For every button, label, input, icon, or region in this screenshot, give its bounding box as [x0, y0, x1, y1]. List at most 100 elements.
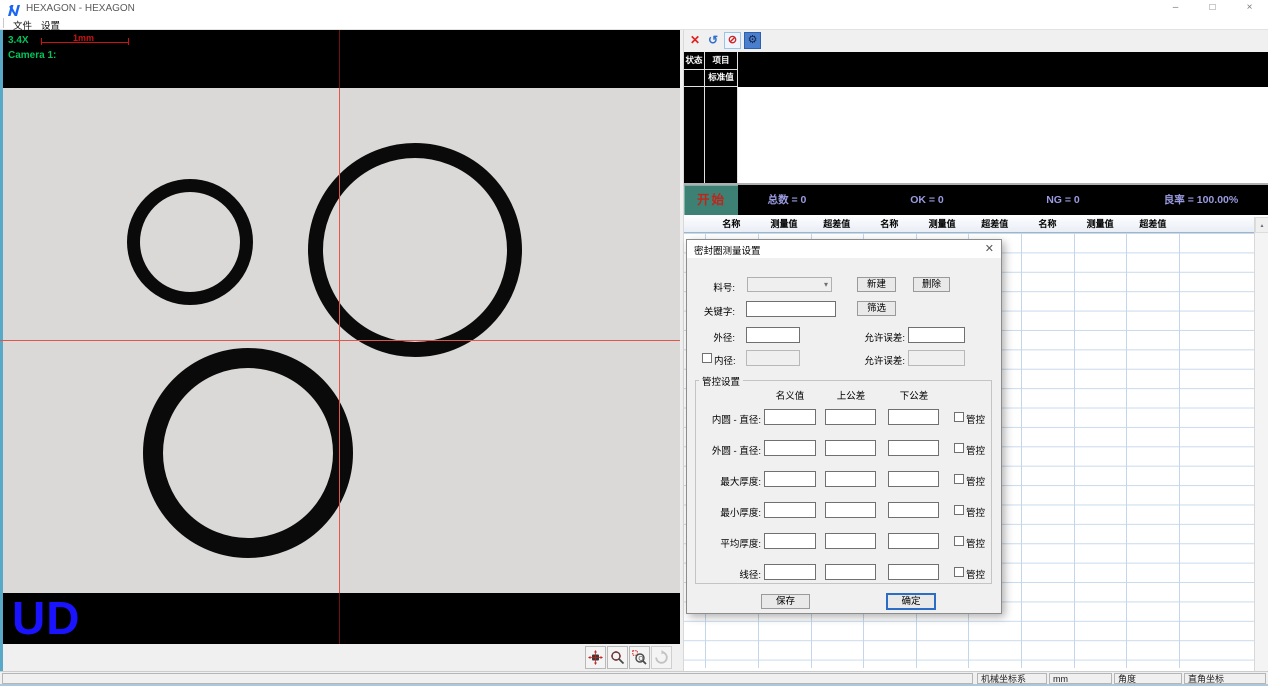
control-checkbox-label: 管控: [966, 412, 992, 426]
svg-text:Q: Q: [638, 655, 643, 662]
refresh-icon: [654, 650, 669, 665]
results-col-measured: 测量值: [758, 217, 811, 232]
run-bar: 开始 总数 = 0 OK = 0 NG = 0 良率 = 100.00%: [684, 185, 1268, 215]
upper-tol-input[interactable]: [825, 440, 876, 456]
nominal-input[interactable]: [764, 471, 816, 487]
standards-grid-line: [684, 86, 737, 87]
settings-gear-icon[interactable]: ⚙: [744, 32, 761, 49]
scale-label: 1mm: [73, 33, 94, 43]
crosshair-vertical-top: [339, 30, 340, 88]
control-checkbox[interactable]: [954, 505, 964, 515]
inner-diameter-input[interactable]: [746, 350, 800, 366]
seal-ring-small: [127, 179, 253, 305]
outer-tolerance-input[interactable]: [908, 327, 965, 343]
nominal-input[interactable]: [764, 502, 816, 518]
stage-capture-button[interactable]: [585, 646, 606, 669]
upper-tol-col-header: 上公差: [825, 388, 877, 402]
refresh-view-button[interactable]: [651, 646, 672, 669]
lower-tol-input[interactable]: [888, 440, 939, 456]
upper-tol-input[interactable]: [825, 409, 876, 425]
control-checkbox-label: 管控: [966, 505, 992, 519]
control-checkbox[interactable]: [954, 412, 964, 422]
zoom-region-button[interactable]: Q: [629, 646, 650, 669]
control-checkbox[interactable]: [954, 443, 964, 453]
delete-button[interactable]: 删除: [913, 277, 950, 292]
lower-tol-input[interactable]: [888, 502, 939, 518]
part-number-label: 料号:: [687, 280, 735, 294]
nominal-col-header: 名义值: [764, 388, 816, 402]
toolbar-grip: [3, 18, 5, 28]
standards-status-header: 状态: [684, 52, 704, 69]
keyword-input[interactable]: [746, 301, 836, 317]
grid-line: [1126, 233, 1127, 668]
nominal-input[interactable]: [764, 409, 816, 425]
disable-icon[interactable]: ⊘: [724, 32, 741, 49]
camera-toolbar: Q: [3, 644, 680, 671]
dialog-close-icon[interactable]: ✕: [985, 242, 994, 255]
save-button[interactable]: 保存: [761, 594, 810, 609]
outer-tolerance-label: 允许误差:: [837, 330, 905, 344]
results-col-measured: 测量值: [916, 217, 969, 232]
lower-tol-input[interactable]: [888, 409, 939, 425]
inner-diameter-checkbox[interactable]: [702, 353, 712, 363]
upper-tol-input[interactable]: [825, 564, 876, 580]
nominal-input[interactable]: [764, 440, 816, 456]
ok-count: OK = 0: [910, 185, 944, 215]
results-col-name: 名称: [705, 217, 758, 232]
outer-diameter-label: 外径:: [687, 330, 735, 344]
status-bar: 机械坐标系 mm 角度 直角坐标: [0, 671, 1268, 684]
total-count: 总数 = 0: [768, 185, 807, 215]
grid-line: [1074, 233, 1075, 668]
zoom-region-icon: Q: [632, 650, 647, 665]
results-col-deviation: 超差值: [968, 217, 1021, 232]
lower-tol-input[interactable]: [888, 564, 939, 580]
outer-diameter-input[interactable]: [746, 327, 800, 343]
control-settings-title: 管控设置: [699, 374, 743, 388]
camera-pane: 3.4X Camera 1: 1mm UD: [0, 30, 683, 671]
nominal-input[interactable]: [764, 533, 816, 549]
nominal-input[interactable]: [764, 564, 816, 580]
results-col-name: 名称: [1021, 217, 1074, 232]
zoom-measure-icon: [610, 650, 625, 665]
inner-diameter-label: 内径:: [714, 353, 744, 367]
ng-count: NG = 0: [1046, 185, 1080, 215]
standards-value-header: 标准值: [705, 69, 737, 86]
seal-ring-large-top: [308, 143, 522, 357]
ok-button[interactable]: 确定: [887, 594, 935, 609]
control-checkbox[interactable]: [954, 536, 964, 546]
close-button[interactable]: ×: [1231, 0, 1268, 17]
restore-button[interactable]: □: [1194, 0, 1231, 17]
lower-tol-input[interactable]: [888, 471, 939, 487]
yield-rate: 良率 = 100.00%: [1164, 185, 1238, 215]
results-scrollbar[interactable]: ▲ ▼: [1254, 217, 1268, 686]
part-number-select[interactable]: ▾: [747, 277, 832, 292]
standards-grid-line: [684, 69, 737, 70]
control-checkbox-label: 管控: [966, 474, 992, 488]
control-checkbox-label: 管控: [966, 567, 992, 581]
create-button[interactable]: 新建: [857, 277, 896, 292]
inner-tolerance-input[interactable]: [908, 350, 965, 366]
control-checkbox[interactable]: [954, 474, 964, 484]
unit-cell: mm: [1049, 673, 1112, 684]
crosshair-vertical-bottom: [339, 593, 340, 644]
row-label: 平均厚度:: [687, 536, 761, 550]
refresh-icon[interactable]: ↺: [708, 33, 718, 47]
minimize-button[interactable]: –: [1157, 0, 1194, 17]
lower-tol-input[interactable]: [888, 533, 939, 549]
upper-tol-input[interactable]: [825, 502, 876, 518]
dialog-title: 密封圈测量设置: [694, 243, 761, 257]
keyword-label: 关键字:: [687, 304, 735, 318]
inner-tolerance-label: 允许误差:: [837, 353, 905, 367]
clear-icon[interactable]: ✕: [690, 33, 700, 47]
upper-tol-input[interactable]: [825, 533, 876, 549]
start-button[interactable]: 开始: [684, 185, 738, 215]
menu-bar: 文件 设置: [0, 17, 1268, 30]
upper-tol-input[interactable]: [825, 471, 876, 487]
control-checkbox[interactable]: [954, 567, 964, 577]
grid-line: [1179, 233, 1180, 668]
standards-item-header: 项目: [705, 52, 737, 69]
crosshair-horizontal: [0, 340, 680, 341]
scroll-up-icon[interactable]: ▲: [1255, 217, 1268, 233]
zoom-measure-button[interactable]: [607, 646, 628, 669]
filter-button[interactable]: 筛选: [857, 301, 896, 316]
